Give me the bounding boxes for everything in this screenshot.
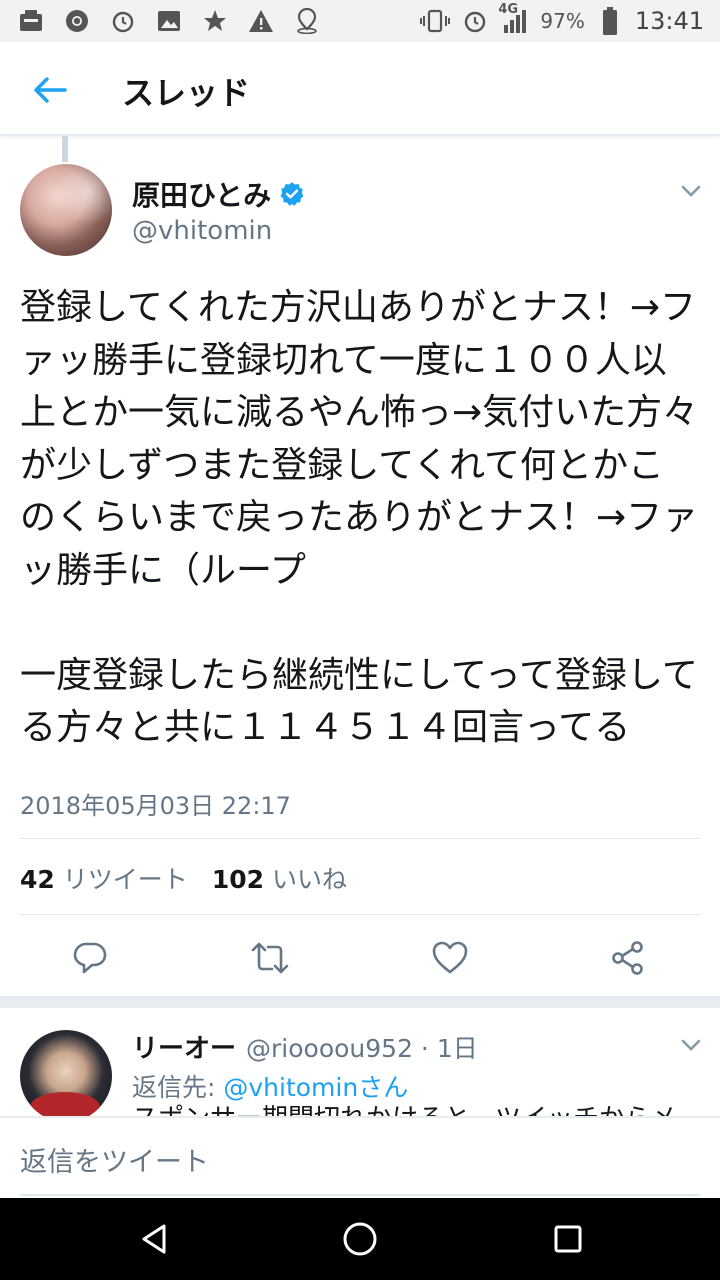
share-icon — [612, 941, 643, 975]
avatar[interactable] — [20, 164, 112, 256]
network-type: 4G — [498, 2, 519, 17]
chevron-down-icon — [681, 1039, 701, 1051]
back-button[interactable] — [24, 64, 76, 116]
like-button[interactable] — [428, 936, 472, 980]
reply-icon — [73, 942, 107, 974]
tweet-menu-button[interactable] — [678, 178, 704, 204]
divider — [20, 838, 700, 839]
tweet-stats: 42 リツイート 102 いいね — [20, 860, 371, 896]
heart-icon — [432, 941, 468, 974]
divider — [20, 914, 700, 915]
nav-home-button[interactable] — [340, 1219, 380, 1259]
system-nav-bar — [0, 1198, 720, 1280]
image-icon — [154, 6, 184, 36]
like-count[interactable]: 102 — [212, 865, 264, 894]
chevron-down-icon — [681, 185, 701, 197]
status-bar: 4G 97% 13:41 — [0, 0, 720, 42]
input-underline — [20, 1194, 700, 1196]
triangle-back-icon — [142, 1224, 166, 1254]
retweet-button[interactable] — [248, 936, 292, 980]
avatar[interactable] — [20, 1030, 112, 1122]
square-recents-icon — [554, 1225, 582, 1253]
tweet-timestamp: 2018年05月03日 22:17 — [20, 792, 291, 820]
signal-icon: 4G — [498, 2, 530, 36]
app-bar: スレッド — [0, 42, 720, 136]
thread-connector-line — [62, 136, 68, 162]
verified-badge-icon — [280, 182, 304, 206]
alarm-icon — [460, 6, 490, 36]
location-icon — [292, 6, 322, 36]
warning-icon — [246, 6, 276, 36]
reply-handle-time[interactable]: @rioooou952 · 1日 — [246, 1029, 478, 1065]
reply-button[interactable] — [68, 936, 112, 980]
status-bar-system: 4G 97% 13:41 — [420, 2, 704, 36]
battery-icon — [595, 6, 625, 36]
chrome-icon — [62, 6, 92, 36]
reply-author[interactable]: リーオー @rioooou952 · 1日 — [132, 1028, 478, 1065]
retweet-icon — [251, 942, 289, 974]
nav-back-button[interactable] — [134, 1219, 174, 1259]
reply-display-name[interactable]: リーオー — [132, 1028, 236, 1065]
alarm-icon — [108, 6, 138, 36]
reply-composer[interactable]: 返信をツイート — [0, 1116, 720, 1198]
page-title: スレッド — [122, 74, 251, 112]
reply-to-mention[interactable]: @vhitominさん — [223, 1073, 408, 1102]
battery-percent: 97% — [540, 9, 585, 33]
retweet-label[interactable]: リツイート — [63, 860, 188, 896]
display-name[interactable]: 原田ひとみ — [132, 174, 271, 214]
retweet-count[interactable]: 42 — [20, 865, 55, 894]
reply-menu-button[interactable] — [678, 1032, 704, 1058]
share-button[interactable] — [606, 936, 650, 980]
nav-recents-button[interactable] — [548, 1219, 588, 1259]
tweet-author[interactable]: 原田ひとみ — [132, 174, 305, 214]
reply-to-line: 返信先: @vhitominさん — [132, 1068, 408, 1104]
tweet-text: 登録してくれた方沢山ありがとナス！→ファッ勝手に登録切れて一度に１００人以上とか… — [20, 287, 699, 748]
status-time: 13:41 — [634, 7, 704, 35]
reply-input[interactable]: 返信をツイート — [20, 1140, 209, 1179]
tweet-actions — [0, 930, 720, 990]
status-bar-notifications — [16, 6, 322, 36]
vibrate-icon — [420, 6, 451, 36]
arrow-left-icon — [34, 77, 67, 103]
star-icon — [200, 6, 230, 36]
notification-icon — [16, 6, 46, 36]
like-label[interactable]: いいね — [272, 860, 347, 896]
user-handle[interactable]: @vhitomin — [132, 216, 272, 246]
reply-to-prefix: 返信先: — [132, 1073, 224, 1102]
circle-home-icon — [343, 1222, 377, 1256]
section-separator — [0, 996, 720, 1008]
